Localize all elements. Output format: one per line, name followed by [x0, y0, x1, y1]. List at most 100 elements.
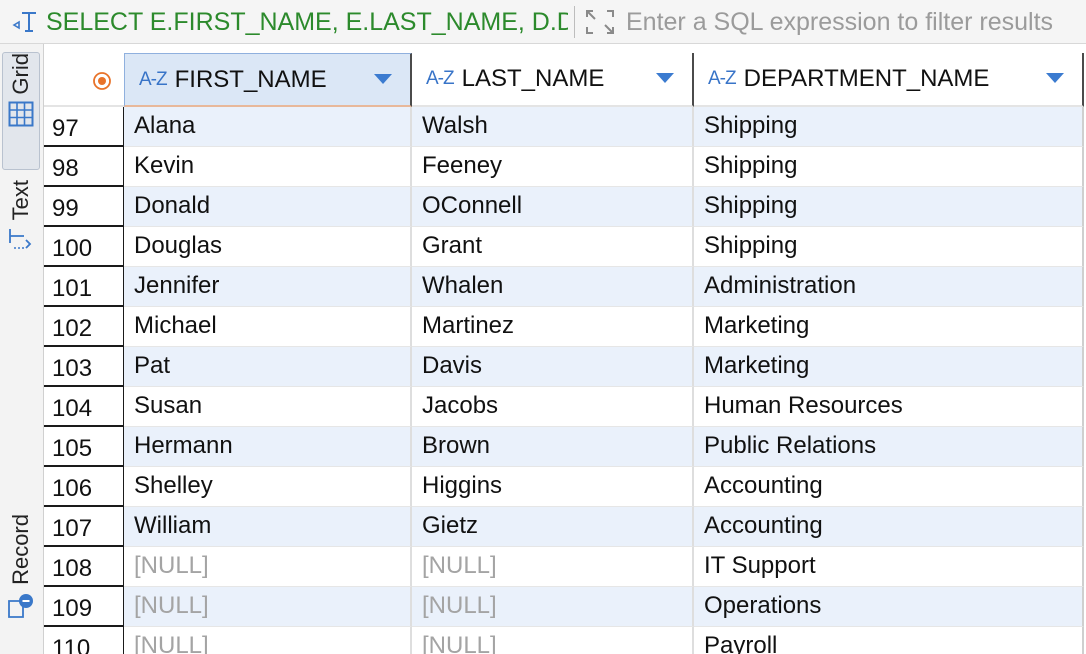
- row-number[interactable]: 97: [44, 107, 124, 147]
- table-row[interactable]: 104 Susan Jacobs Human Resources: [44, 387, 1086, 427]
- row-number[interactable]: 109: [44, 587, 124, 627]
- table-cell[interactable]: Shipping: [694, 187, 1084, 227]
- chevron-down-icon[interactable]: [374, 74, 392, 84]
- table-row[interactable]: 108 [NULL] [NULL] IT Support: [44, 547, 1086, 587]
- table-row[interactable]: 102 Michael Martinez Marketing: [44, 307, 1086, 347]
- table-row[interactable]: 106 Shelley Higgins Accounting: [44, 467, 1086, 507]
- table-cell[interactable]: Brown: [412, 427, 694, 467]
- table-cell[interactable]: Davis: [412, 347, 694, 387]
- table-cell[interactable]: Shipping: [694, 227, 1084, 267]
- table-cell[interactable]: Higgins: [412, 467, 694, 507]
- tab-text-label: Text: [8, 180, 33, 221]
- tab-grid-label: Grid: [8, 53, 33, 95]
- toolbar-divider: [574, 6, 575, 38]
- table-cell[interactable]: Shipping: [694, 107, 1084, 147]
- table-cell[interactable]: Administration: [694, 267, 1084, 307]
- table-cell[interactable]: [NULL]: [124, 547, 412, 587]
- tab-record-label: Record: [8, 514, 33, 585]
- table-cell[interactable]: Accounting: [694, 467, 1084, 507]
- table-cell[interactable]: Operations: [694, 587, 1084, 627]
- table-cell[interactable]: IT Support: [694, 547, 1084, 587]
- table-cell[interactable]: Marketing: [694, 347, 1084, 387]
- row-number[interactable]: 98: [44, 147, 124, 187]
- table-cell[interactable]: OConnell: [412, 187, 694, 227]
- grid-body: 97 Alana Walsh Shipping 98 Kevin Feeney Shippin…: [44, 107, 1086, 654]
- table-cell[interactable]: Walsh: [412, 107, 694, 147]
- column-header-first-name[interactable]: A-Z FIRST_NAME: [124, 53, 412, 107]
- table-cell[interactable]: Michael: [124, 307, 412, 347]
- table-cell[interactable]: Marketing: [694, 307, 1084, 347]
- table-row[interactable]: 105 Hermann Brown Public Relations: [44, 427, 1086, 467]
- table-cell[interactable]: William: [124, 507, 412, 547]
- table-cell[interactable]: Whalen: [412, 267, 694, 307]
- row-number[interactable]: 106: [44, 467, 124, 507]
- chevron-down-icon[interactable]: [1046, 73, 1064, 83]
- filter-input[interactable]: [622, 4, 1086, 40]
- table-row[interactable]: 103 Pat Davis Marketing: [44, 347, 1086, 387]
- table-cell[interactable]: [NULL]: [412, 627, 694, 654]
- table-cell[interactable]: Hermann: [124, 427, 412, 467]
- text-view-icon: [9, 229, 32, 250]
- table-row[interactable]: 98 Kevin Feeney Shipping: [44, 147, 1086, 187]
- column-name: LAST_NAME: [461, 65, 605, 92]
- grid-icon: [8, 101, 34, 127]
- column-header-last-name[interactable]: A-Z LAST_NAME: [412, 53, 694, 107]
- row-number[interactable]: 102: [44, 307, 124, 347]
- row-number[interactable]: 110: [44, 627, 124, 654]
- table-cell[interactable]: Payroll: [694, 627, 1084, 654]
- column-name: DEPARTMENT_NAME: [743, 65, 990, 92]
- table-cell[interactable]: Pat: [124, 347, 412, 387]
- expand-icon[interactable]: [584, 8, 616, 36]
- column-header-department-name[interactable]: A-Z DEPARTMENT_NAME: [694, 53, 1084, 107]
- row-number[interactable]: 103: [44, 347, 124, 387]
- tab-grid[interactable]: Grid: [2, 52, 40, 170]
- table-row[interactable]: 109 [NULL] [NULL] Operations: [44, 587, 1086, 627]
- table-row[interactable]: 107 William Gietz Accounting: [44, 507, 1086, 547]
- row-number[interactable]: 108: [44, 547, 124, 587]
- table-cell[interactable]: Public Relations: [694, 427, 1084, 467]
- table-cell[interactable]: Jennifer: [124, 267, 412, 307]
- row-number[interactable]: 105: [44, 427, 124, 467]
- table-row[interactable]: 100 Douglas Grant Shipping: [44, 227, 1086, 267]
- row-number[interactable]: 101: [44, 267, 124, 307]
- table-cell[interactable]: [NULL]: [124, 627, 412, 654]
- table-row[interactable]: 97 Alana Walsh Shipping: [44, 107, 1086, 147]
- table-row[interactable]: 99 Donald OConnell Shipping: [44, 187, 1086, 227]
- sql-editor-icon[interactable]: [12, 9, 40, 35]
- table-cell[interactable]: [NULL]: [412, 587, 694, 627]
- status-marker-icon: [93, 72, 111, 90]
- text-type-icon: A-Z: [139, 68, 168, 90]
- table-cell[interactable]: Gietz: [412, 507, 694, 547]
- table-cell[interactable]: Martinez: [412, 307, 694, 347]
- row-number[interactable]: 104: [44, 387, 124, 427]
- table-cell[interactable]: [NULL]: [412, 547, 694, 587]
- table-cell[interactable]: Shipping: [694, 147, 1084, 187]
- text-type-icon: A-Z: [708, 68, 737, 89]
- table-cell[interactable]: Kevin: [124, 147, 412, 187]
- table-cell[interactable]: Susan: [124, 387, 412, 427]
- tab-record[interactable]: Record: [2, 514, 40, 654]
- table-cell[interactable]: Accounting: [694, 507, 1084, 547]
- table-cell[interactable]: Human Resources: [694, 387, 1084, 427]
- table-cell[interactable]: Douglas: [124, 227, 412, 267]
- table-cell[interactable]: Donald: [124, 187, 412, 227]
- filter-bar: SELECT E.FIRST_NAME, E.LAST_NAME, D.DEPA…: [0, 0, 1086, 44]
- query-text[interactable]: SELECT E.FIRST_NAME, E.LAST_NAME, D.DEPA…: [46, 6, 568, 38]
- table-row[interactable]: 101 Jennifer Whalen Administration: [44, 267, 1086, 307]
- tab-text[interactable]: Text: [2, 180, 40, 268]
- table-cell[interactable]: [NULL]: [124, 587, 412, 627]
- chevron-down-icon[interactable]: [656, 73, 674, 83]
- row-number[interactable]: 107: [44, 507, 124, 547]
- table-cell[interactable]: Grant: [412, 227, 694, 267]
- record-icon: [8, 593, 33, 618]
- grid-corner[interactable]: [44, 53, 124, 107]
- table-cell[interactable]: Feeney: [412, 147, 694, 187]
- row-number[interactable]: 99: [44, 187, 124, 227]
- table-row[interactable]: 110 [NULL] [NULL] Payroll: [44, 627, 1086, 654]
- results-grid: A-Z FIRST_NAME A-Z LAST_NAME A-Z DEPARTM…: [44, 44, 1086, 654]
- table-cell[interactable]: Shelley: [124, 467, 412, 507]
- table-cell[interactable]: Alana: [124, 107, 412, 147]
- view-switcher-panel: Grid Text Record: [0, 44, 44, 654]
- table-cell[interactable]: Jacobs: [412, 387, 694, 427]
- row-number[interactable]: 100: [44, 227, 124, 267]
